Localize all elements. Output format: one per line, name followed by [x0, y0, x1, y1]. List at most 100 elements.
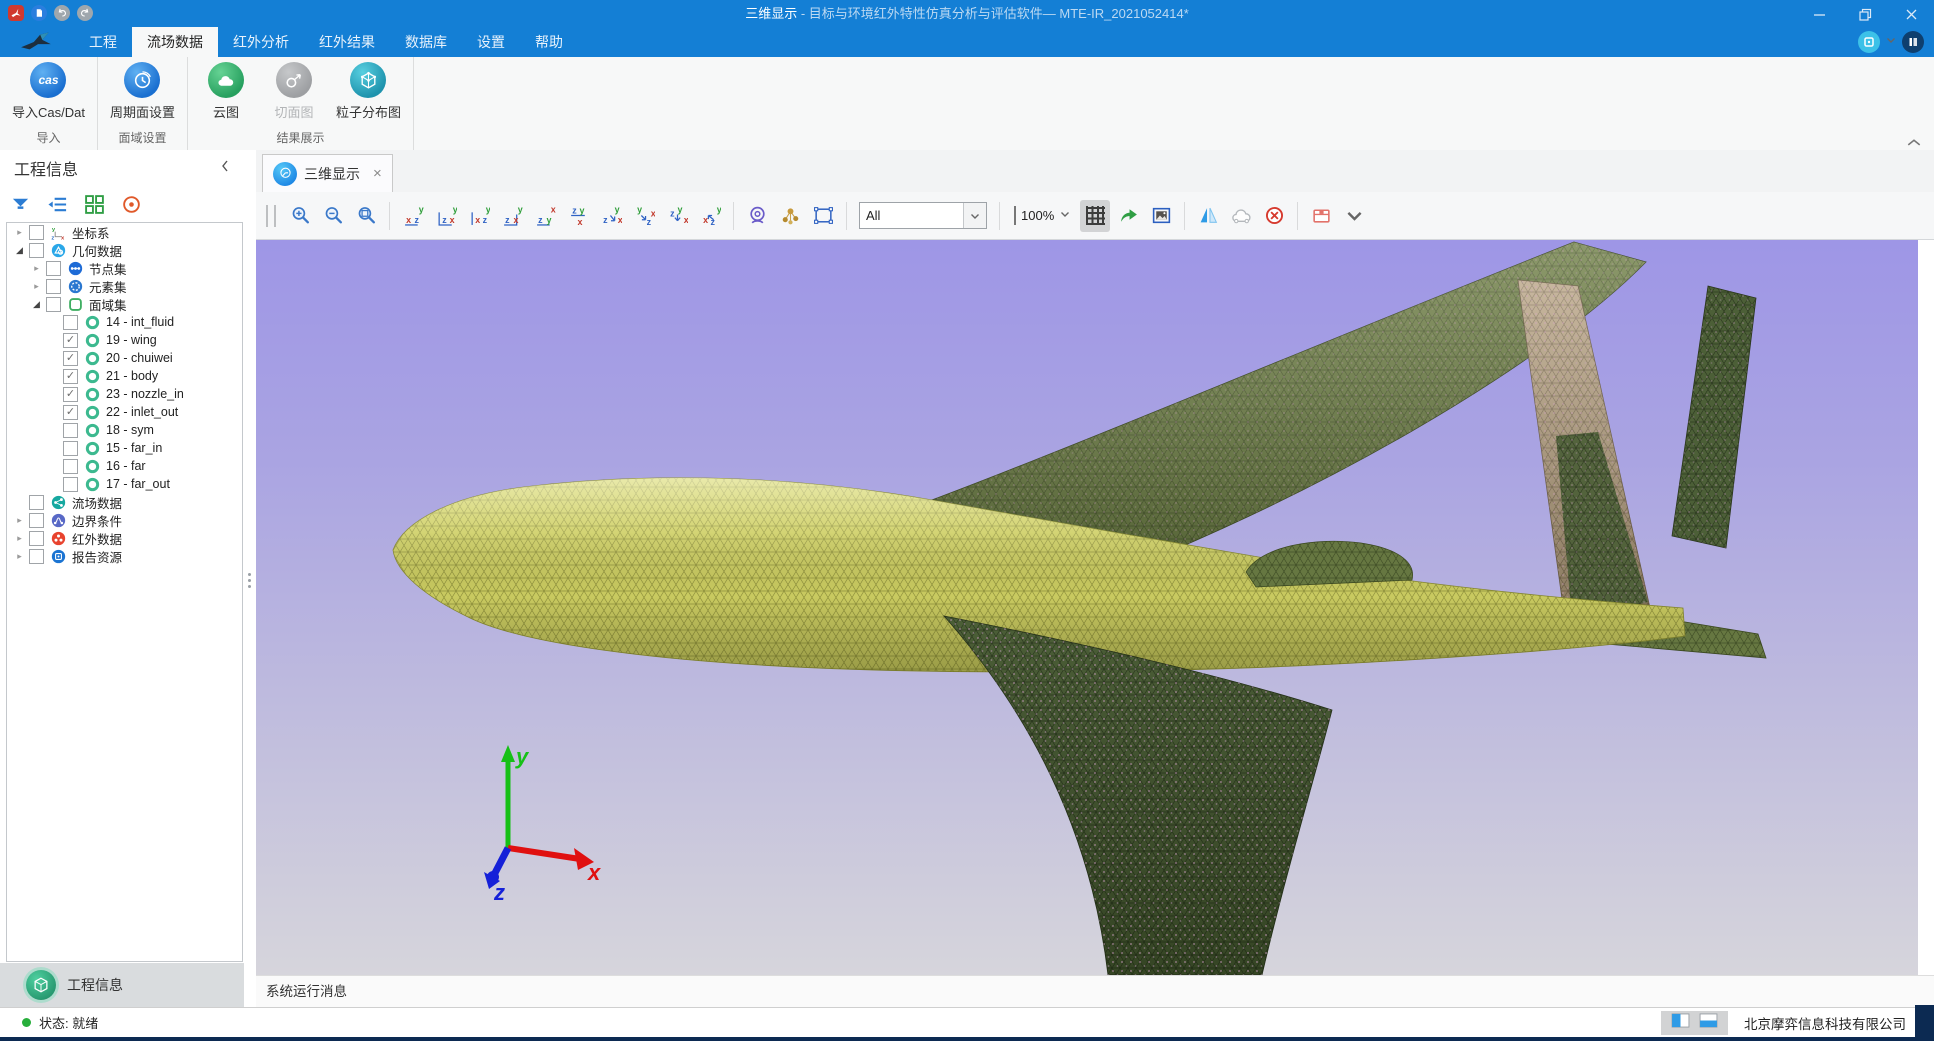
- tree-item-边界条件[interactable]: ▸边界条件: [7, 511, 242, 529]
- tree-item-15 - far_in[interactable]: 15 - far_in: [7, 439, 242, 457]
- tree-expander-icon[interactable]: ▸: [13, 551, 26, 562]
- menu-item-流场数据[interactable]: 流场数据: [132, 27, 218, 57]
- cancel-icon[interactable]: [1259, 200, 1289, 232]
- ribbon-button-云图[interactable]: 云图: [200, 62, 252, 129]
- tree-checkbox[interactable]: ✓: [63, 405, 78, 420]
- menu-item-红外分析[interactable]: 红外分析: [218, 27, 304, 57]
- panel-footer-button[interactable]: 工程信息: [0, 963, 244, 1007]
- tree-item-报告资源[interactable]: ▸报告资源: [7, 547, 242, 565]
- mesh-grid-icon[interactable]: [1080, 200, 1110, 232]
- ribbon-button-导入Cas/Dat[interactable]: cas导入Cas/Dat: [12, 62, 85, 129]
- zoom-fit-icon[interactable]: [351, 200, 381, 232]
- menu-item-设置[interactable]: 设置: [462, 27, 520, 57]
- tree-expander-icon[interactable]: ◢: [13, 245, 26, 256]
- maximize-button[interactable]: [1842, 0, 1888, 28]
- tab-close-icon[interactable]: ×: [367, 165, 382, 182]
- tree-checkbox[interactable]: [29, 225, 44, 240]
- ribbon-button-切面图[interactable]: 切面图: [268, 62, 320, 129]
- tree-expander-icon[interactable]: ◢: [30, 299, 43, 310]
- tree-checkbox[interactable]: [63, 423, 78, 438]
- tree-item-元素集[interactable]: ▸元素集: [7, 277, 242, 295]
- view-left-icon[interactable]: xzy: [464, 200, 494, 232]
- menu-item-工程[interactable]: 工程: [74, 27, 132, 57]
- view-iso3-icon[interactable]: zyx: [662, 200, 692, 232]
- tree-checkbox[interactable]: ✓: [63, 351, 78, 366]
- tree-item-几何数据[interactable]: ◢几何数据: [7, 241, 242, 259]
- tree-item-节点集[interactable]: ▸节点集: [7, 259, 242, 277]
- tree-expander-icon[interactable]: ▸: [30, 263, 43, 274]
- ribbon-button-周期面设置[interactable]: 周期面设置: [110, 62, 175, 129]
- tree-expander-icon[interactable]: ▸: [13, 533, 26, 544]
- opacity-level-dropdown[interactable]: 100%: [1008, 207, 1077, 225]
- tree-expander-icon[interactable]: ▸: [30, 281, 43, 292]
- ribbon-collapse-icon[interactable]: [1906, 134, 1922, 146]
- tree-expander-icon[interactable]: ▸: [13, 227, 26, 238]
- layout-bottom-icon[interactable]: [1699, 1013, 1718, 1033]
- tree-item-面域集[interactable]: ◢面域集: [7, 295, 242, 313]
- grid-view-icon[interactable]: [82, 192, 106, 216]
- ribbon-button-粒子分布图[interactable]: 粒子分布图: [336, 62, 401, 129]
- view-top-icon[interactable]: zyx: [530, 200, 560, 232]
- view-front-icon[interactable]: xzy: [398, 200, 428, 232]
- share-icon[interactable]: [1113, 200, 1143, 232]
- ribbon-style-icon[interactable]: [1858, 31, 1880, 53]
- tree-checkbox[interactable]: [63, 459, 78, 474]
- tree-item-14 - int_fluid[interactable]: 14 - int_fluid: [7, 313, 242, 331]
- combo-dropdown-icon[interactable]: [963, 203, 986, 228]
- tree-item-18 - sym[interactable]: 18 - sym: [7, 421, 242, 439]
- menu-item-数据库[interactable]: 数据库: [390, 27, 462, 57]
- ribbon-book-icon[interactable]: [1902, 31, 1924, 53]
- tree-item-19 - wing[interactable]: ✓19 - wing: [7, 331, 242, 349]
- cloud-outline-icon[interactable]: [1226, 200, 1256, 232]
- snapshot-icon[interactable]: [1146, 200, 1176, 232]
- close-button[interactable]: [1888, 0, 1934, 28]
- tree-checkbox[interactable]: [63, 315, 78, 330]
- view-back-icon[interactable]: zxy: [431, 200, 461, 232]
- tree-expander-icon[interactable]: ▸: [13, 515, 26, 526]
- toolbar-drag-handle[interactable]: [266, 205, 276, 227]
- tree-checkbox[interactable]: [46, 261, 61, 276]
- tree-checkbox[interactable]: [29, 495, 44, 510]
- export-box-icon[interactable]: [1306, 200, 1336, 232]
- tree-item-坐标系[interactable]: ▸yzx坐标系: [7, 223, 242, 241]
- view-iso2-icon[interactable]: yxz: [629, 200, 659, 232]
- panel-collapse-icon[interactable]: [220, 159, 230, 178]
- filter-icon[interactable]: [8, 192, 32, 216]
- tree-item-22 - inlet_out[interactable]: ✓22 - inlet_out: [7, 403, 242, 421]
- tree-item-16 - far[interactable]: 16 - far: [7, 457, 242, 475]
- tree-checkbox[interactable]: [63, 477, 78, 492]
- viewport-3d[interactable]: y x z: [256, 240, 1918, 975]
- tree-item-17 - far_out[interactable]: 17 - far_out: [7, 475, 242, 493]
- view-bottom-icon[interactable]: zyx: [563, 200, 593, 232]
- tree-checkbox[interactable]: ✓: [63, 333, 78, 348]
- menu-item-帮助[interactable]: 帮助: [520, 27, 578, 57]
- tree-checkbox[interactable]: ✓: [63, 369, 78, 384]
- tree-item-21 - body[interactable]: ✓21 - body: [7, 367, 242, 385]
- camera-icon[interactable]: [742, 200, 772, 232]
- tree-checkbox[interactable]: [63, 441, 78, 456]
- view-right-icon[interactable]: zxy: [497, 200, 527, 232]
- tree-item-流场数据[interactable]: 流场数据: [7, 493, 242, 511]
- view-iso4-icon[interactable]: xzy: [695, 200, 725, 232]
- view-iso1-icon[interactable]: yzx: [596, 200, 626, 232]
- caret-down-icon[interactable]: [1885, 33, 1897, 51]
- box-select-icon[interactable]: [808, 200, 838, 232]
- locate-icon[interactable]: [119, 192, 143, 216]
- caret-down-icon[interactable]: [1339, 200, 1369, 232]
- tree-checkbox[interactable]: [29, 513, 44, 528]
- tree-item-20 - chuiwei[interactable]: ✓20 - chuiwei: [7, 349, 242, 367]
- tree-checkbox[interactable]: [29, 243, 44, 258]
- list-view-icon[interactable]: [45, 192, 69, 216]
- particles-icon[interactable]: [775, 200, 805, 232]
- tree-checkbox[interactable]: ✓: [63, 387, 78, 402]
- zoom-out-icon[interactable]: [318, 200, 348, 232]
- tree-item-红外数据[interactable]: ▸红外数据: [7, 529, 242, 547]
- minimize-button[interactable]: [1796, 0, 1842, 28]
- tab-3d-view[interactable]: 三维显示 ×: [262, 154, 393, 192]
- zoom-in-icon[interactable]: [285, 200, 315, 232]
- layout-left-icon[interactable]: [1671, 1013, 1690, 1033]
- tree-checkbox[interactable]: [29, 531, 44, 546]
- tree-checkbox[interactable]: [46, 297, 61, 312]
- panel-splitter[interactable]: [244, 150, 256, 1007]
- mirror-icon[interactable]: [1193, 200, 1223, 232]
